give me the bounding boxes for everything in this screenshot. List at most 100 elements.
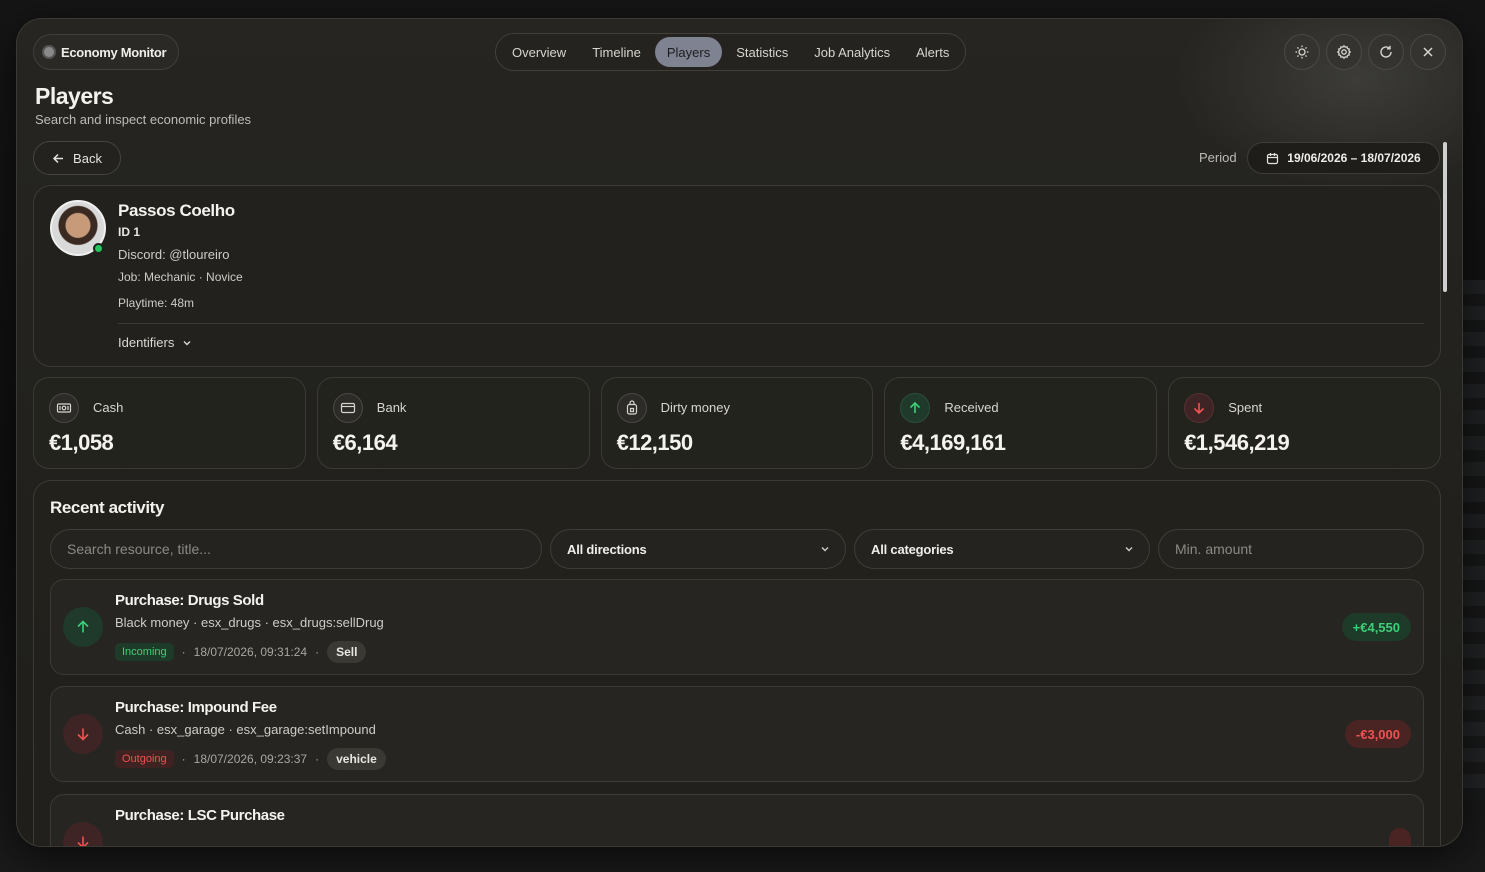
tab-statistics[interactable]: Statistics	[724, 37, 800, 67]
page-subtitle: Search and inspect economic profiles	[35, 112, 252, 127]
search-placeholder: Search resource, title...	[67, 541, 211, 557]
stat-value: €1,058	[49, 430, 114, 455]
chevron-down-icon	[1125, 547, 1133, 552]
recent-activity-panel: Recent activity Search resource, title..…	[33, 480, 1441, 846]
transaction-title: Purchase: Impound Fee	[115, 699, 277, 716]
page-title: Players	[35, 83, 114, 109]
card-icon	[332, 393, 363, 423]
period-value: 19/06/2026 – 18/07/2026	[1287, 151, 1421, 165]
direction-value: All directions	[567, 541, 647, 557]
divider	[118, 323, 1424, 324]
player-job: Job: Mechanic · Novice	[118, 270, 243, 284]
brand-logo-icon	[44, 47, 54, 57]
transaction-time: 18/07/2026, 09:23:37	[193, 752, 308, 766]
section-title: Recent activity	[50, 498, 164, 517]
economy-monitor-window: Economy Monitor Overview Timeline Player…	[16, 18, 1463, 847]
category-badge: vehicle	[327, 748, 386, 770]
stat-label: Cash	[93, 400, 124, 415]
stat-received: Received €4,169,161	[884, 377, 1158, 469]
category-select[interactable]: All categories	[854, 529, 1150, 569]
player-profile-card: Passos Coelho ID 1 Discord: @tloureiro J…	[33, 185, 1441, 367]
window-controls	[1284, 34, 1446, 70]
transaction-amount: -€3,000	[1344, 720, 1411, 748]
arrow-up-icon	[63, 607, 103, 647]
gear-icon	[1336, 44, 1352, 60]
identifiers-toggle[interactable]: Identifiers	[118, 335, 192, 350]
transaction-row[interactable]: Purchase: LSC Purchase	[50, 794, 1424, 846]
separator: ·	[315, 752, 320, 766]
calendar-icon	[1267, 152, 1279, 164]
stat-spent: Spent €1,546,219	[1168, 377, 1441, 469]
transaction-meta: Incoming · 18/07/2026, 09:31:24 · Sell	[115, 641, 367, 663]
stat-value: €1,546,219	[1184, 430, 1290, 455]
separator: ·	[181, 752, 186, 766]
stat-label: Dirty money	[660, 400, 730, 415]
direction-badge: Incoming	[115, 643, 174, 661]
settings-button[interactable]	[1326, 34, 1362, 70]
main-nav: Overview Timeline Players Statistics Job…	[495, 33, 967, 71]
player-name: Passos Coelho	[118, 201, 235, 220]
app-title: Economy Monitor	[61, 44, 167, 60]
transaction-amount	[1389, 828, 1411, 846]
theme-toggle-button[interactable]	[1284, 34, 1320, 70]
balance-stats: Cash €1,058 Bank €6,164 Dirty money €12,…	[33, 377, 1441, 469]
app-brand: Economy Monitor	[33, 34, 180, 70]
arrow-up-icon	[900, 393, 931, 423]
transaction-title: Purchase: Drugs Sold	[115, 592, 264, 609]
stat-label: Received	[944, 400, 999, 415]
period-picker[interactable]: 19/06/2026 – 18/07/2026	[1247, 142, 1440, 174]
scrollbar[interactable]	[1443, 142, 1447, 292]
sun-icon	[1295, 45, 1309, 59]
category-value: All categories	[871, 541, 954, 557]
bag-icon	[616, 393, 647, 423]
tab-overview[interactable]: Overview	[500, 37, 578, 67]
stat-value: €12,150	[616, 430, 694, 455]
arrow-left-icon	[52, 153, 64, 163]
tab-players[interactable]: Players	[654, 37, 723, 67]
min-amount-input[interactable]: Min. amount	[1158, 529, 1424, 569]
tab-job-analytics[interactable]: Job Analytics	[802, 37, 902, 67]
stat-value: €4,169,161	[900, 430, 1006, 455]
refresh-button[interactable]	[1368, 34, 1404, 70]
background-decoration	[1461, 280, 1485, 800]
cash-icon	[49, 393, 79, 423]
transaction-amount: +€4,550	[1341, 613, 1411, 641]
player-discord: Discord: @tloureiro	[118, 247, 230, 262]
back-button[interactable]: Back	[33, 141, 121, 175]
transaction-details: Black money · esx_drugs · esx_drugs:sell…	[115, 615, 384, 630]
online-status-indicator	[93, 243, 104, 254]
stat-bank: Bank €6,164	[316, 377, 590, 469]
chevron-down-icon	[183, 340, 191, 345]
transaction-row[interactable]: Purchase: Drugs Sold Black money · esx_d…	[50, 579, 1424, 675]
separator: ·	[181, 645, 186, 659]
transaction-meta: Outgoing · 18/07/2026, 09:23:37 · vehicl…	[115, 748, 386, 770]
direction-badge: Outgoing	[115, 750, 174, 768]
stat-value: €6,164	[332, 430, 398, 455]
arrow-down-icon	[63, 714, 103, 754]
separator: ·	[315, 645, 320, 659]
transaction-title: Purchase: LSC Purchase	[115, 807, 285, 824]
arrow-down-icon	[1184, 393, 1215, 423]
transaction-details: Cash · esx_garage · esx_garage:setImpoun…	[115, 722, 376, 737]
stat-label: Spent	[1228, 400, 1263, 415]
stat-label: Bank	[376, 400, 407, 415]
stat-cash: Cash €1,058	[33, 377, 306, 469]
transaction-row[interactable]: Purchase: Impound Fee Cash · esx_garage …	[50, 686, 1424, 782]
close-button[interactable]	[1410, 34, 1446, 70]
category-badge: Sell	[327, 641, 367, 663]
chevron-down-icon	[821, 547, 829, 552]
tab-timeline[interactable]: Timeline	[580, 37, 653, 67]
tab-alerts[interactable]: Alerts	[904, 37, 961, 67]
identifiers-label: Identifiers	[118, 335, 175, 350]
period-label: Period	[1199, 150, 1237, 165]
search-input[interactable]: Search resource, title...	[50, 529, 542, 569]
min-amount-placeholder: Min. amount	[1175, 541, 1253, 557]
direction-select[interactable]: All directions	[550, 529, 846, 569]
close-icon	[1423, 47, 1433, 57]
stat-dirty-money: Dirty money €12,150	[600, 377, 874, 469]
transaction-time: 18/07/2026, 09:31:24	[193, 645, 308, 659]
back-label: Back	[73, 150, 102, 166]
player-id: ID 1	[118, 225, 141, 239]
arrow-down-icon	[63, 822, 103, 846]
refresh-icon	[1380, 45, 1392, 58]
